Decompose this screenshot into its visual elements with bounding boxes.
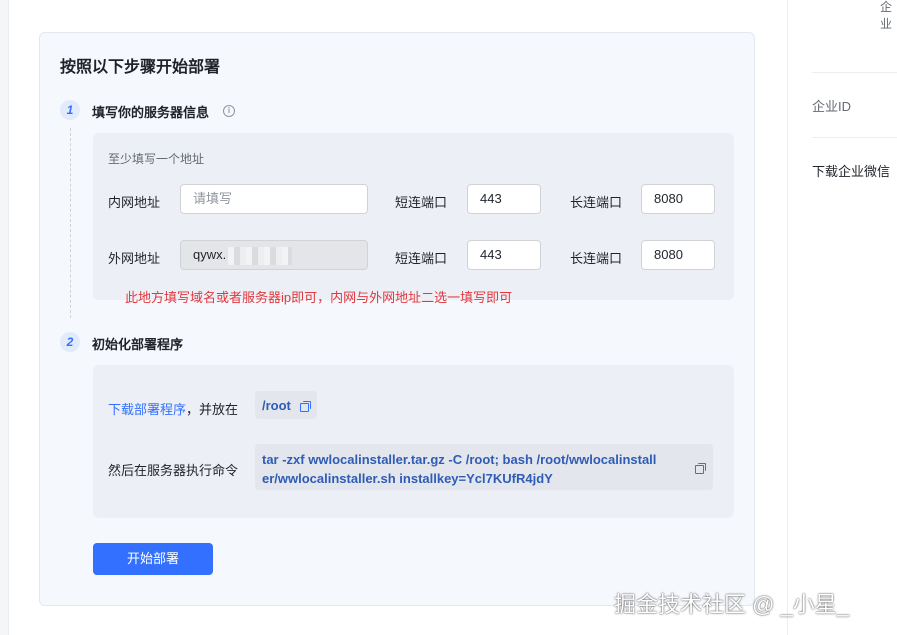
intranet-address-input[interactable]: 请填写	[180, 184, 368, 214]
extranet-address-value: qywx.	[193, 247, 227, 262]
right-panel: 企业 企业ID 下载企业微信	[788, 0, 897, 635]
watermark-text: 掘金技术社区 @ _小星_	[614, 592, 850, 617]
command-line-1: tar -zxf wwlocalinstaller.tar.gz -C /roo…	[262, 452, 657, 467]
copy-icon[interactable]	[695, 463, 706, 474]
left-sidebar-strip	[0, 0, 9, 635]
deploy-card: 按照以下步骤开始部署 1 填写你的服务器信息 i 至少填写一个地址 内网地址 请…	[39, 32, 755, 606]
intranet-long-port-input[interactable]: 8080	[641, 184, 715, 214]
info-icon[interactable]: i	[223, 105, 235, 117]
root-path-pill[interactable]: /root	[255, 391, 317, 419]
extranet-address-input[interactable]: qywx.	[180, 240, 368, 270]
annotation-note: 此地方填写域名或者服务器ip即可，内网与外网地址二选一填写即可	[125, 290, 513, 305]
copy-icon[interactable]	[300, 401, 311, 412]
intranet-short-port-label: 短连端口	[395, 195, 448, 210]
intranet-short-port-input[interactable]: 443	[467, 184, 541, 214]
right-panel-top-text: 企业	[880, 0, 893, 31]
step-connector	[70, 128, 71, 318]
extranet-short-port-input[interactable]: 443	[467, 240, 541, 270]
server-info-box: 至少填写一个地址 内网地址 请填写 短连端口 443 长连端口 8080 外网地…	[93, 133, 734, 305]
extranet-short-port-label: 短连端口	[395, 251, 448, 266]
download-wecom-link[interactable]: 下载企业微信	[812, 161, 890, 180]
step-1-badge: 1	[60, 100, 80, 120]
enterprise-id-label: 企业ID	[812, 99, 852, 114]
command-text: tar -zxf wwlocalinstaller.tar.gz -C /roo…	[262, 450, 656, 488]
redacted-blur	[228, 246, 293, 265]
deploy-program-box: 下载部署程序，并放在 /root 然后在服务器执行命令 tar -zxf wwl…	[93, 365, 734, 518]
step-2-title: 初始化部署程序	[92, 337, 184, 352]
extranet-long-port-label: 长连端口	[570, 251, 623, 266]
divider	[812, 72, 897, 73]
start-deploy-button[interactable]: 开始部署	[93, 543, 213, 575]
intranet-label: 内网地址	[108, 195, 161, 210]
divider	[812, 137, 897, 138]
extranet-long-port-input[interactable]: 8080	[641, 240, 715, 270]
exec-command-label: 然后在服务器执行命令	[108, 463, 239, 478]
address-hint: 至少填写一个地址	[108, 152, 205, 166]
command-line-2: er/wwlocalinstaller.sh installkey=Ycl7KU…	[262, 471, 553, 486]
place-in-text: ，并放在	[186, 402, 239, 417]
step-2-badge: 2	[60, 332, 80, 352]
command-pill[interactable]: tar -zxf wwlocalinstaller.tar.gz -C /roo…	[255, 444, 713, 490]
download-row: 下载部署程序，并放在	[108, 399, 238, 418]
extranet-label: 外网地址	[108, 251, 161, 266]
download-program-link[interactable]: 下载部署程序	[108, 402, 186, 417]
card-title: 按照以下步骤开始部署	[60, 59, 221, 76]
root-path: /root	[262, 398, 291, 413]
intranet-long-port-label: 长连端口	[570, 195, 623, 210]
step-1-title: 填写你的服务器信息	[92, 105, 210, 120]
